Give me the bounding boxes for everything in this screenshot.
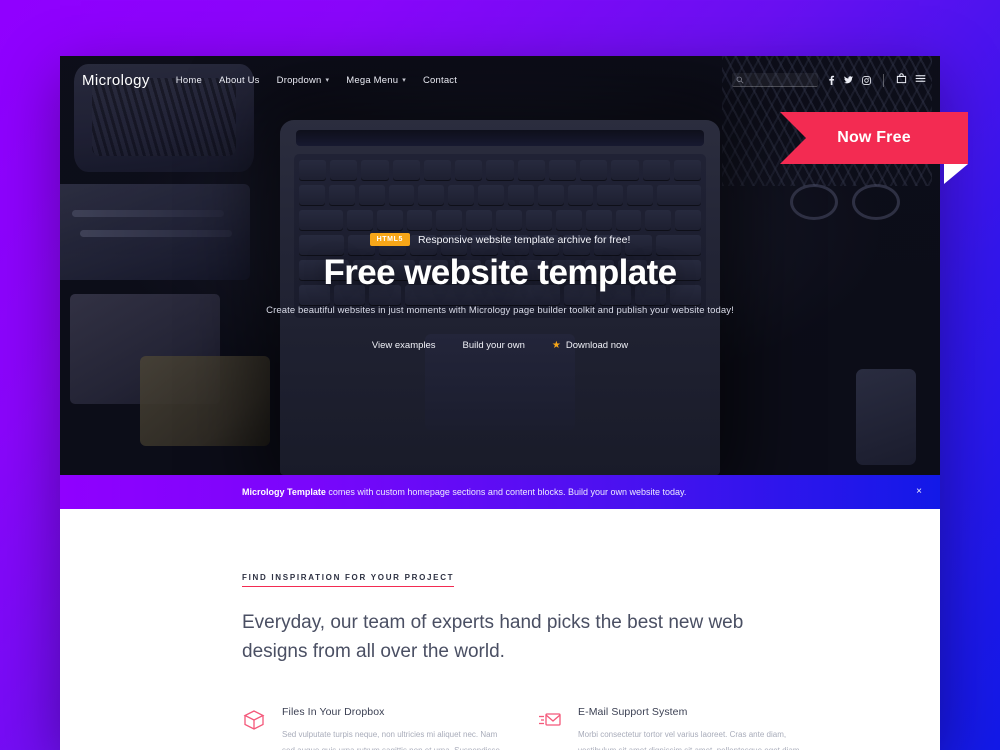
package-box-icon <box>242 706 268 750</box>
nav-menu: Home About Us Dropdown ▾ Mega Menu ▾ Conta… <box>176 75 457 86</box>
nav-item-mega-menu[interactable]: Mega Menu ▾ <box>346 75 406 86</box>
hero-eyebrow-row: HTML5 Responsive website template archiv… <box>369 233 631 246</box>
facebook-icon[interactable] <box>828 75 835 85</box>
nav-item-label: Dropdown <box>276 74 322 86</box>
nav-item-label: Home <box>175 74 202 86</box>
search-icon <box>736 76 744 84</box>
nav-item-contact[interactable]: Contact <box>423 75 457 86</box>
ribbon-fold <box>944 164 968 184</box>
section-heading: Everyday, our team of experts hand picks… <box>242 612 744 662</box>
social-links <box>828 75 871 85</box>
features-section: FIND INSPIRATION FOR YOUR PROJECT Everyd… <box>60 509 940 750</box>
nav-item-dropdown[interactable]: Dropdown ▾ <box>277 75 330 86</box>
close-icon[interactable]: × <box>916 487 922 497</box>
announcement-body: comes with custom homepage sections and … <box>325 487 687 497</box>
nav-item-about-us[interactable]: About Us <box>219 75 260 86</box>
nav-right-tools <box>732 71 926 89</box>
ribbon-label: Now Free <box>837 129 911 146</box>
nav-item-home[interactable]: Home <box>176 75 202 86</box>
nav-item-label: About Us <box>218 74 260 86</box>
hero-eyebrow-text: Responsive website template archive for … <box>417 233 631 246</box>
section-eyebrow: FIND INSPIRATION FOR YOUR PROJECT <box>242 573 455 587</box>
hero-subtitle: Create beautiful websites in just moment… <box>266 304 734 316</box>
action-label: Build your own <box>462 339 525 351</box>
feature-title: Files In Your Dropbox <box>282 706 385 718</box>
announcement-bold-label: Micrology Template <box>242 487 326 497</box>
nav-item-label: Mega Menu <box>346 74 399 86</box>
chevron-down-icon: ▾ <box>402 77 406 84</box>
top-navigation: Micrology Home About Us Dropdown ▾ Mega M… <box>60 56 940 104</box>
instagram-icon[interactable] <box>862 75 871 85</box>
view-examples-button[interactable]: View examples <box>372 340 436 351</box>
now-free-ribbon[interactable]: Now Free <box>780 112 968 164</box>
twitter-icon[interactable] <box>844 75 853 85</box>
download-now-button[interactable]: ★ Download now <box>552 340 628 351</box>
announcement-bar: Micrology Template comes with custom hom… <box>60 475 940 509</box>
feature-title: E-Mail Support System <box>578 706 688 718</box>
hero-title: Free website template <box>323 253 677 292</box>
announcement-text: Micrology Template comes with custom hom… <box>242 487 686 497</box>
search-input[interactable] <box>732 73 818 87</box>
action-label: View examples <box>371 339 436 351</box>
nav-item-label: Contact <box>422 74 458 86</box>
site-logo[interactable]: Micrology <box>82 72 150 89</box>
cart-icon[interactable] <box>896 71 907 89</box>
hero-actions: View examples Build your own ★ Download n… <box>372 340 628 351</box>
hamburger-menu-icon[interactable] <box>915 71 926 89</box>
feature-body: Sed vulputate turpis neque, non ultricie… <box>282 730 500 750</box>
chevron-down-icon: ▾ <box>325 77 330 84</box>
features-grid: Files In Your Dropbox Sed vulputate turp… <box>242 706 808 750</box>
email-envelope-icon <box>538 706 564 750</box>
feature-item: E-Mail Support System Morbi consectetur … <box>538 706 804 750</box>
feature-body: Morbi consectetur tortor vel varius laor… <box>578 730 799 750</box>
star-icon: ★ <box>551 339 561 351</box>
nav-divider <box>883 73 884 87</box>
action-label: Download now <box>565 339 629 351</box>
html5-badge: HTML5 <box>369 233 410 246</box>
feature-item: Files In Your Dropbox Sed vulputate turp… <box>242 706 508 750</box>
build-your-own-button[interactable]: Build your own <box>463 340 525 351</box>
